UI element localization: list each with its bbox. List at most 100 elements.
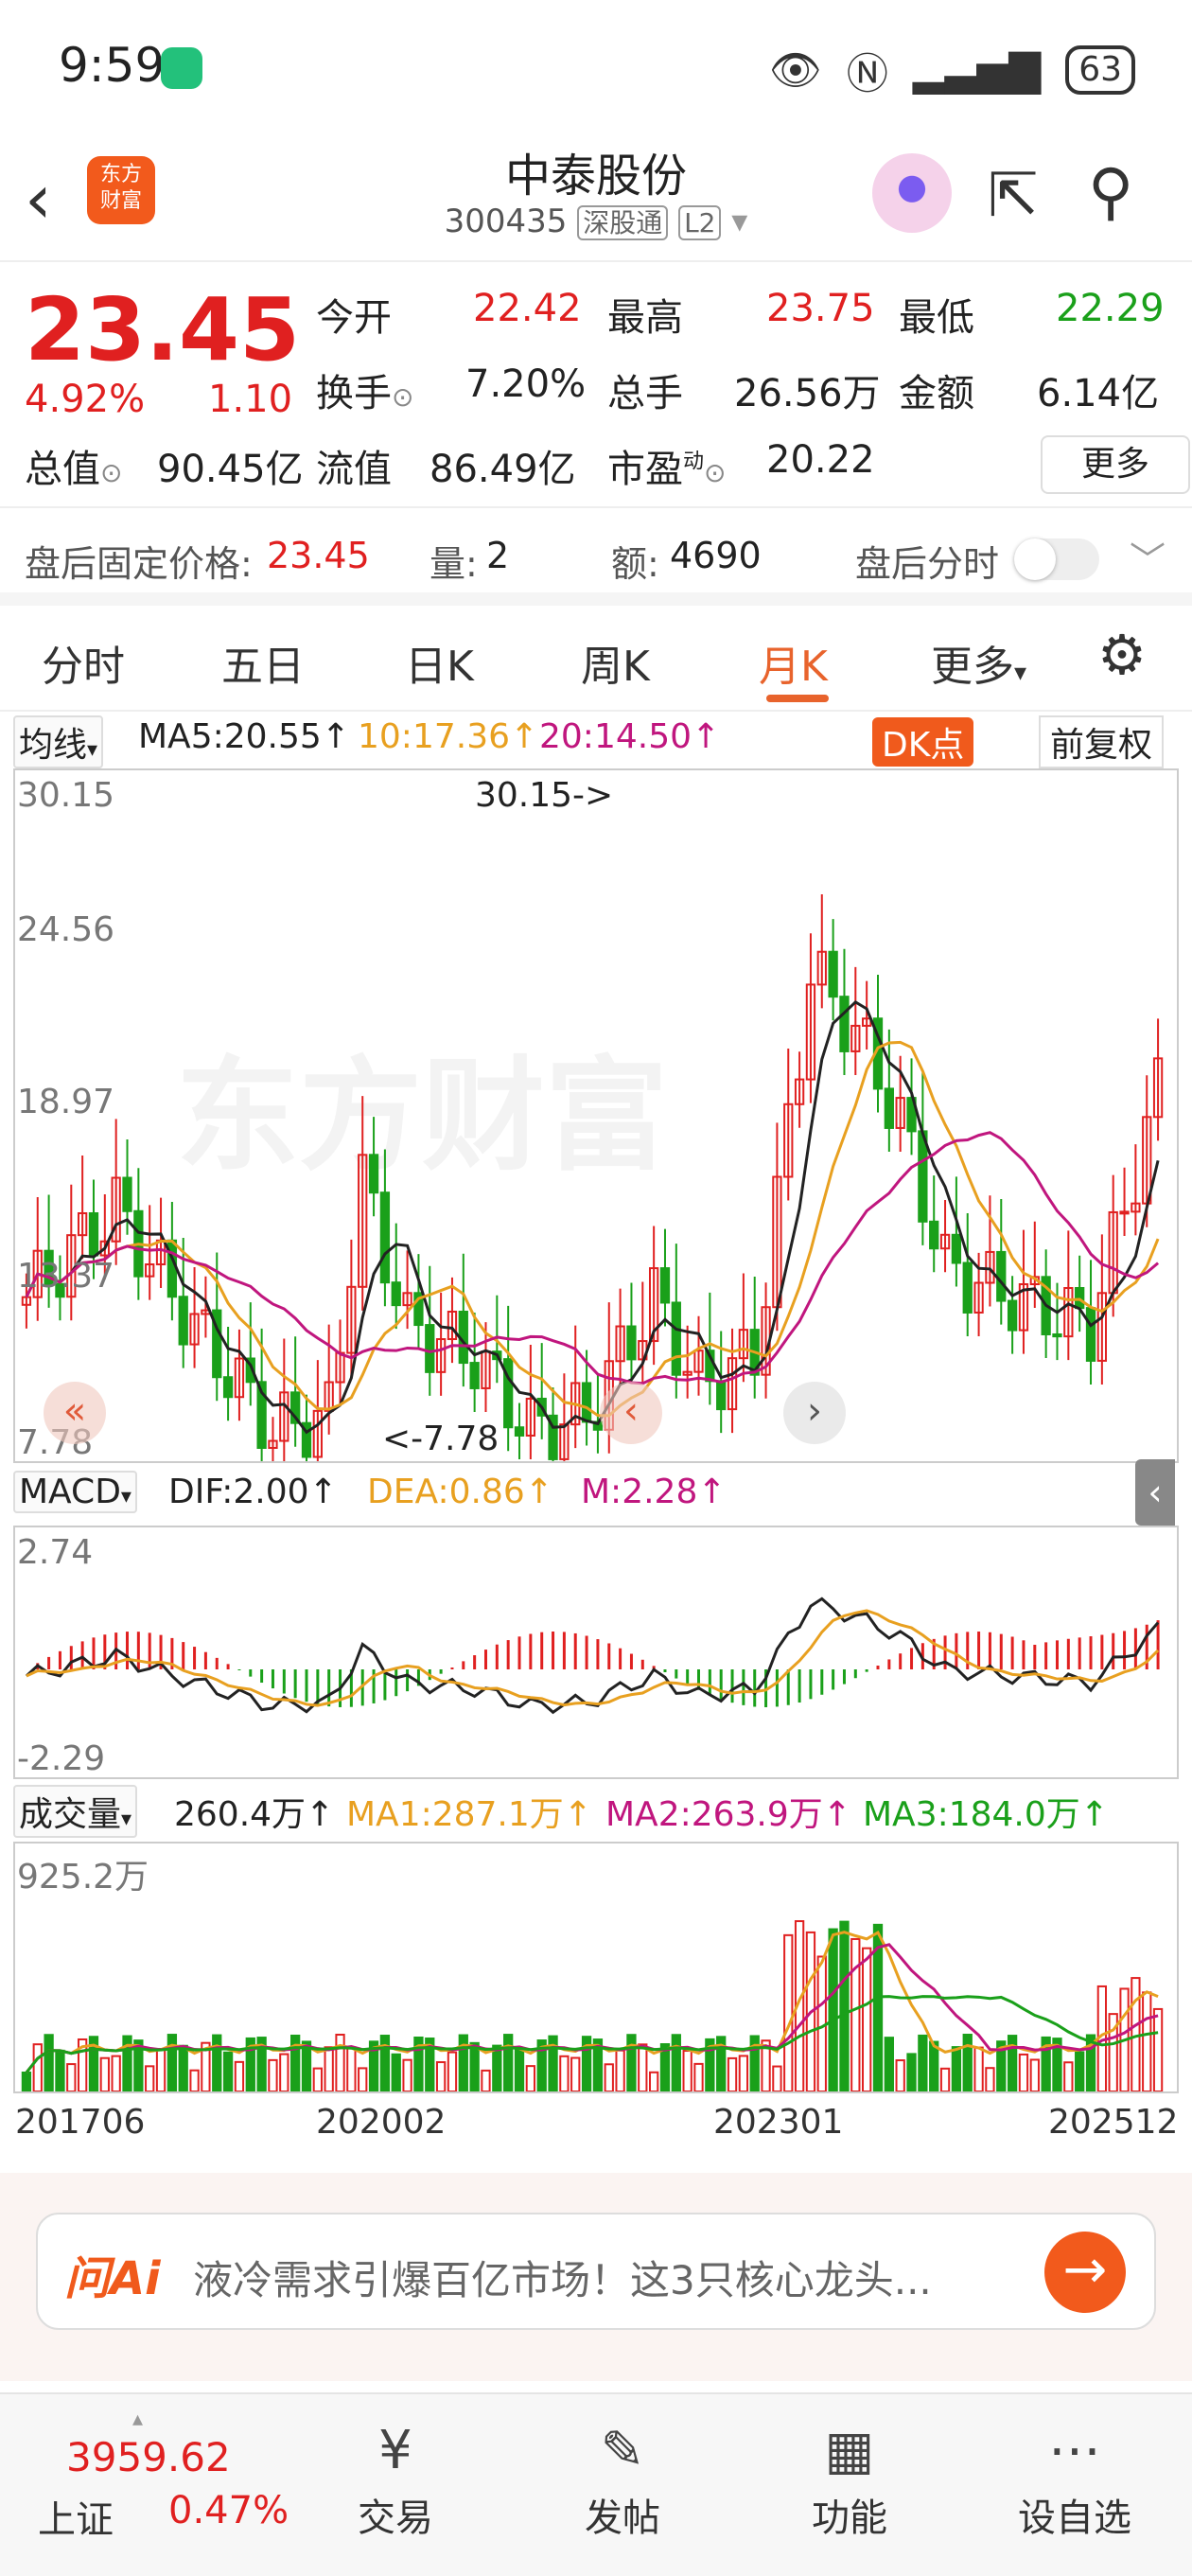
bottom-bar: ▴ 3959.62 上证 0.47% ¥ 交易 ✎ 发帖 ▦ 功能 ⋯ 设自选	[0, 2392, 1192, 2576]
adjust-button[interactable]: 前复权	[1039, 715, 1165, 768]
volume-bar	[335, 2034, 345, 2091]
vol-ma1-line	[25, 1931, 1159, 2073]
turnover-label: 换手⊙	[316, 372, 414, 415]
pe-label: 市盈动⊙	[607, 448, 727, 491]
volume-bar	[895, 2059, 905, 2091]
volume-value: 260.4万↑	[174, 1795, 335, 1834]
tab-monthly-k[interactable]: 月K	[759, 632, 828, 693]
nav-post[interactable]: ✎ 发帖	[547, 2415, 698, 2542]
ai-logo: 问Ai	[64, 2252, 161, 2305]
volume-bar	[1142, 1991, 1152, 2091]
indicator-selector[interactable]: 均线▾	[13, 715, 104, 768]
edit-icon: ✎	[600, 2420, 645, 2481]
scroll-right-icon[interactable]: ›	[783, 1382, 846, 1444]
volume-legend: 成交量▾ 260.4万↑ MA1:287.1万↑ MA2:263.9万↑ MA3…	[0, 1781, 1192, 1838]
candle-body	[368, 1154, 379, 1194]
scroll-left-icon[interactable]: ‹	[600, 1382, 662, 1444]
date-axis: 201706 202002 202301 202512	[0, 2103, 1192, 2150]
volume-bar	[469, 2041, 480, 2091]
candle-body	[222, 1376, 234, 1399]
ai-assistant-avatar[interactable]	[872, 153, 952, 233]
after-hours-amt-label: 额:	[611, 543, 659, 585]
dropdown-icon[interactable]: ▾	[731, 203, 747, 240]
period-tabs: 分时 五日 日K 周K 月K 更多▾ ⚙	[0, 606, 1192, 712]
y-label-2: 24.56	[17, 910, 115, 949]
volume-bar	[324, 2046, 334, 2091]
candle-body	[178, 1296, 188, 1346]
turnover-value: 7.20%	[465, 362, 587, 406]
ai-banner[interactable]: 问Ai 液冷需求引爆百亿市场！这3只核心龙头... →	[36, 2213, 1156, 2330]
macd-selector[interactable]: MACD▾	[13, 1471, 137, 1513]
after-hours-toggle[interactable]	[1014, 538, 1099, 580]
max-note: 30.15->	[475, 776, 614, 815]
candle-body	[1119, 1210, 1130, 1215]
date-label-2: 202002	[316, 2103, 447, 2142]
candle-body	[1085, 1307, 1096, 1362]
quote-panel: 23.45 4.92% 1.10 今开 22.42 最高 23.75 最低 22…	[0, 260, 1192, 506]
volume-bar	[312, 2067, 323, 2091]
volume-bar	[648, 2071, 659, 2091]
macd-chart[interactable]: 2.74 -2.29	[13, 1526, 1179, 1779]
tab-daily-k[interactable]: 日K	[405, 632, 474, 693]
candle-body	[671, 1301, 681, 1376]
y-label-3: 18.97	[17, 1083, 115, 1121]
chevron-down-icon[interactable]: ﹀	[1130, 531, 1166, 583]
high-value: 23.75	[766, 287, 875, 330]
volume-bar	[951, 2046, 962, 2091]
volume-bar	[918, 2034, 928, 2091]
volume-bar	[212, 2034, 222, 2091]
tab-intraday[interactable]: 分时	[42, 632, 125, 693]
dk-button[interactable]: DK点	[872, 717, 974, 767]
candle-body	[962, 1262, 973, 1314]
volume-bar	[99, 2056, 110, 2091]
macd-legend: MACD▾ DIF:2.00↑ DEA:0.86↑ M:2.28↑	[0, 1467, 1192, 1524]
candle-body	[122, 1176, 132, 1212]
candle-body	[425, 1324, 435, 1373]
volume-bar	[55, 2049, 65, 2091]
kline-chart[interactable]: 东方财富 30.15 24.56 18.97 13.37 7.78 30.15-…	[13, 768, 1179, 1526]
volume-bar	[492, 2044, 502, 2091]
scroll-left-fast-icon[interactable]: «	[44, 1382, 106, 1444]
volume-bar	[503, 2034, 514, 2091]
dea-line	[26, 1609, 1160, 1707]
volume-bar	[1029, 2058, 1040, 2091]
tab-five-day[interactable]: 五日	[221, 632, 305, 693]
index-name[interactable]: 上证	[38, 2489, 114, 2544]
nfc-icon: Ⓝ	[846, 50, 888, 98]
after-hours-vol-label: 量:	[429, 543, 478, 585]
battery-icon: 63	[1065, 45, 1135, 95]
volume-bar	[828, 1928, 838, 2091]
change-pct: 4.92%	[25, 378, 146, 421]
grid-icon: ▦	[824, 2420, 875, 2481]
volume-bar	[21, 2072, 32, 2091]
low-label: 最低	[899, 296, 974, 340]
index-value[interactable]: 3959.62	[66, 2434, 231, 2480]
volume-bar	[178, 2044, 188, 2091]
volume-selector[interactable]: 成交量▾	[13, 1785, 138, 1838]
nav-add-watchlist[interactable]: ⋯ 设自选	[999, 2415, 1150, 2542]
nav-trade[interactable]: ¥ 交易	[320, 2415, 471, 2542]
share-icon[interactable]: ⇱	[988, 161, 1039, 231]
gear-icon[interactable]: ⚙	[1097, 623, 1147, 687]
candle-body	[469, 1362, 480, 1389]
volume-bar	[839, 1920, 850, 2091]
volume-chart[interactable]: 925.2万	[13, 1842, 1179, 2093]
tab-weekly-k[interactable]: 周K	[581, 632, 650, 693]
candle-body	[884, 1087, 894, 1129]
more-button[interactable]: 更多	[1041, 435, 1190, 494]
volume-bar	[1063, 2061, 1074, 2091]
tab-more[interactable]: 更多▾	[931, 632, 1026, 693]
nav-functions[interactable]: ▦ 功能	[774, 2415, 925, 2542]
volume-ma3: MA3:184.0万↑	[863, 1795, 1109, 1834]
candle-body	[929, 1220, 939, 1250]
volume-bar	[862, 1947, 872, 2091]
volume-bar	[111, 2055, 121, 2091]
change-amount: 1.10	[208, 378, 293, 421]
volume-bar	[234, 2060, 245, 2091]
index-pct[interactable]: 0.47%	[168, 2489, 289, 2532]
volume-bar	[693, 2062, 704, 2091]
candle-body	[1007, 1299, 1018, 1332]
arrow-right-icon[interactable]: →	[1044, 2232, 1126, 2313]
search-icon[interactable]: ⚲	[1088, 155, 1133, 228]
more-dots-icon: ⋯	[1048, 2420, 1101, 2481]
